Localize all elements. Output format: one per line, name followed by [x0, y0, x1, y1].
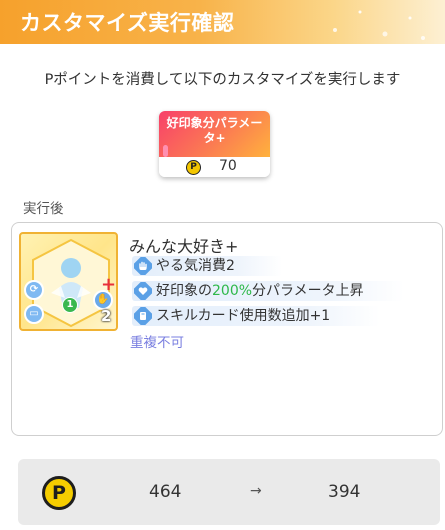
cost-card-stripe [163, 145, 168, 157]
cost-card-label: 好印象分パラメータ+ [166, 116, 263, 145]
effect-prefix: 好印象の [156, 283, 212, 299]
hand-icon [134, 257, 152, 275]
effect-highlight: 200% [212, 283, 253, 299]
effect-suffix: 分パラメータ上昇 [252, 283, 364, 299]
effect-row: スキルカード使用数追加+1 [132, 306, 380, 326]
after-section-label: 実行後 [23, 201, 64, 217]
card-icon [134, 307, 152, 325]
confirmation-message: Pポイントを消費して以下のカスタマイズを実行します [44, 72, 401, 88]
sparkle-decoration-icon [333, 10, 425, 40]
thumb-level: 2 [101, 307, 112, 325]
thumb-card-icon: ▭ [24, 304, 44, 324]
arrow-icon: → [250, 483, 262, 499]
dialog-title: カスタマイズ実行確認 [20, 11, 235, 35]
p-point-icon: P [186, 160, 201, 175]
effect-text: スキルカード使用数追加+1 [156, 308, 331, 324]
point-summary: P 464 → 394 [18, 459, 440, 525]
cost-card-footer: P 70 [159, 157, 270, 177]
effect-row: 好印象の200%分パラメータ上昇 [132, 281, 404, 301]
cost-value: 70 [219, 158, 237, 174]
points-after: 394 [328, 482, 361, 502]
dialog-header: カスタマイズ実行確認 [0, 0, 445, 44]
customize-cost-card: 好印象分パラメータ+ P 70 [159, 111, 270, 177]
thumb-cycle-icon: ⟳ [24, 280, 44, 300]
effect-row: やる気消費2 [132, 256, 282, 276]
effect-text: やる気消費2 [156, 258, 235, 274]
cost-card-header: 好印象分パラメータ+ [159, 111, 270, 157]
thumb-cost-badge: 1 [62, 297, 78, 313]
heart-icon [134, 282, 152, 300]
skill-card-thumbnail: ⟳ ▭ ✋ 1 + 2 [19, 232, 118, 331]
upgrade-plus-icon: + [101, 274, 117, 295]
points-before: 464 [149, 482, 182, 502]
p-point-icon: P [42, 476, 76, 510]
no-duplicate-note: 重複不可 [130, 335, 184, 351]
card-name: みんな大好き+ [129, 237, 239, 256]
